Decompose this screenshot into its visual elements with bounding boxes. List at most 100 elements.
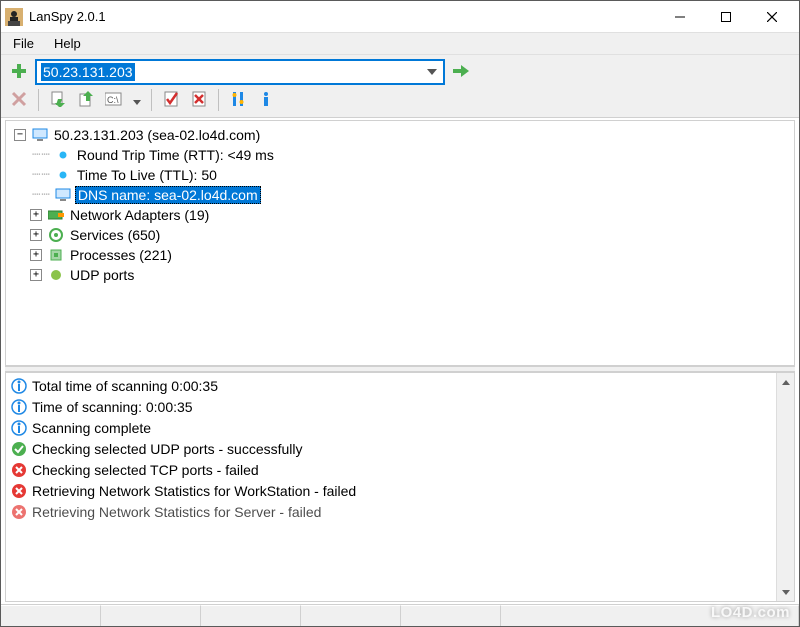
tree-label: Round Trip Time (RTT): <49 ms bbox=[75, 147, 276, 163]
go-button[interactable] bbox=[449, 60, 473, 84]
info-button[interactable] bbox=[254, 88, 278, 112]
tree-item-adapters[interactable]: + Network Adapters (19) bbox=[8, 205, 792, 225]
menubar: File Help bbox=[1, 33, 799, 55]
sheet-up-icon bbox=[78, 91, 94, 110]
scroll-up-icon[interactable] bbox=[777, 373, 794, 391]
log-pane: Total time of scanning 0:00:35 Time of s… bbox=[5, 372, 795, 602]
tree-root-label: 50.23.131.203 (sea-02.lo4d.com) bbox=[52, 127, 262, 143]
tree-item-processes[interactable]: + Processes (221) bbox=[8, 245, 792, 265]
error-circle-icon bbox=[10, 482, 28, 500]
vertical-scrollbar[interactable] bbox=[776, 373, 794, 601]
log-content[interactable]: Total time of scanning 0:00:35 Time of s… bbox=[6, 373, 776, 601]
delete-button[interactable] bbox=[7, 88, 31, 112]
log-row: Checking selected TCP ports - failed bbox=[6, 459, 776, 480]
add-button[interactable] bbox=[7, 60, 31, 84]
address-value: 50.23.131.203 bbox=[41, 63, 135, 81]
status-cell bbox=[201, 605, 301, 626]
chip-icon bbox=[48, 247, 64, 263]
status-cell bbox=[1, 605, 101, 626]
svg-text:C:\: C:\ bbox=[107, 95, 119, 105]
status-cell bbox=[501, 605, 799, 626]
terminal-button[interactable]: C:\ bbox=[102, 88, 126, 112]
main-window: LanSpy 2.0.1 File Help 50.23.131.203 bbox=[0, 0, 800, 627]
window-title: LanSpy 2.0.1 bbox=[29, 9, 106, 24]
scroll-track[interactable] bbox=[777, 391, 794, 583]
results-tree[interactable]: − 50.23.131.203 (sea-02.lo4d.com) ┈┈ Rou… bbox=[5, 120, 795, 366]
expand-icon[interactable]: + bbox=[30, 269, 42, 281]
log-text: Scanning complete bbox=[32, 420, 151, 436]
x-icon bbox=[11, 91, 27, 110]
tree-label: UDP ports bbox=[68, 267, 136, 283]
status-cell bbox=[301, 605, 401, 626]
tree-label: Time To Live (TTL): 50 bbox=[75, 167, 219, 183]
error-circle-icon bbox=[10, 461, 28, 479]
gear-icon bbox=[48, 227, 64, 243]
address-combo[interactable]: 50.23.131.203 bbox=[35, 59, 445, 85]
statusbar bbox=[1, 604, 799, 626]
tree-label-selected: DNS name: sea-02.lo4d.com bbox=[75, 186, 261, 204]
plus-icon bbox=[10, 62, 28, 83]
log-row: Scanning complete bbox=[6, 417, 776, 438]
terminal-icon: C:\ bbox=[105, 91, 123, 110]
status-cell bbox=[101, 605, 201, 626]
titlebar: LanSpy 2.0.1 bbox=[1, 1, 799, 33]
tree-item-dns[interactable]: ┈┈ DNS name: sea-02.lo4d.com bbox=[8, 185, 792, 205]
log-text: Checking selected UDP ports - successful… bbox=[32, 441, 303, 457]
arrow-right-icon bbox=[451, 62, 471, 83]
menu-help[interactable]: Help bbox=[44, 34, 91, 53]
tree-item-rtt[interactable]: ┈┈ Round Trip Time (RTT): <49 ms bbox=[8, 145, 792, 165]
log-row: Checking selected UDP ports - successful… bbox=[6, 438, 776, 459]
log-row: Retrieving Network Statistics for WorkSt… bbox=[6, 480, 776, 501]
export-button[interactable] bbox=[74, 88, 98, 112]
log-text: Checking selected TCP ports - failed bbox=[32, 462, 259, 478]
collapse-icon[interactable]: − bbox=[14, 129, 26, 141]
sheet-down-icon bbox=[50, 91, 66, 110]
tree-item-udp[interactable]: + UDP ports bbox=[8, 265, 792, 285]
log-row: Time of scanning: 0:00:35 bbox=[6, 396, 776, 417]
bullet-icon bbox=[55, 167, 71, 183]
sheet-x-icon bbox=[191, 91, 207, 110]
import-button[interactable] bbox=[46, 88, 70, 112]
tree-root[interactable]: − 50.23.131.203 (sea-02.lo4d.com) bbox=[8, 125, 792, 145]
info-circle-icon bbox=[10, 398, 28, 416]
log-text: Total time of scanning 0:00:35 bbox=[32, 378, 218, 394]
log-row: Total time of scanning 0:00:35 bbox=[6, 375, 776, 396]
log-text: Retrieving Network Statistics for WorkSt… bbox=[32, 483, 356, 499]
chevron-down-icon[interactable] bbox=[423, 63, 441, 81]
tree-label: Processes (221) bbox=[68, 247, 174, 263]
circle-green-icon bbox=[48, 267, 64, 283]
scroll-down-icon[interactable] bbox=[777, 583, 794, 601]
error-circle-icon bbox=[10, 503, 28, 521]
maximize-button[interactable] bbox=[703, 2, 749, 32]
tree-label: Network Adapters (19) bbox=[68, 207, 211, 223]
computer-icon bbox=[55, 187, 71, 203]
expand-icon[interactable]: + bbox=[30, 229, 42, 241]
log-row: Retrieving Network Statistics for Server… bbox=[6, 501, 776, 522]
info-icon bbox=[258, 91, 274, 110]
tree-label: Services (650) bbox=[68, 227, 162, 243]
menu-file[interactable]: File bbox=[3, 34, 44, 53]
tree-item-ttl[interactable]: ┈┈ Time To Live (TTL): 50 bbox=[8, 165, 792, 185]
tools-icon bbox=[230, 91, 246, 110]
minimize-button[interactable] bbox=[657, 2, 703, 32]
log-text: Retrieving Network Statistics for Server… bbox=[32, 504, 321, 520]
status-cell bbox=[401, 605, 501, 626]
toolbar: 50.23.131.203 bbox=[1, 55, 799, 118]
app-icon bbox=[5, 8, 23, 26]
sheet-check-icon bbox=[163, 91, 179, 110]
adapter-icon bbox=[48, 207, 64, 223]
dropdown-arrow-icon bbox=[133, 93, 141, 108]
terminal-dropdown[interactable] bbox=[130, 88, 144, 112]
close-button[interactable] bbox=[749, 2, 795, 32]
expand-icon[interactable]: + bbox=[30, 249, 42, 261]
options-button[interactable] bbox=[226, 88, 250, 112]
log-text: Time of scanning: 0:00:35 bbox=[32, 399, 193, 415]
tree-item-services[interactable]: + Services (650) bbox=[8, 225, 792, 245]
info-circle-icon bbox=[10, 377, 28, 395]
check-button[interactable] bbox=[159, 88, 183, 112]
success-circle-icon bbox=[10, 440, 28, 458]
expand-icon[interactable]: + bbox=[30, 209, 42, 221]
uncheck-button[interactable] bbox=[187, 88, 211, 112]
info-circle-icon bbox=[10, 419, 28, 437]
bullet-icon bbox=[55, 147, 71, 163]
